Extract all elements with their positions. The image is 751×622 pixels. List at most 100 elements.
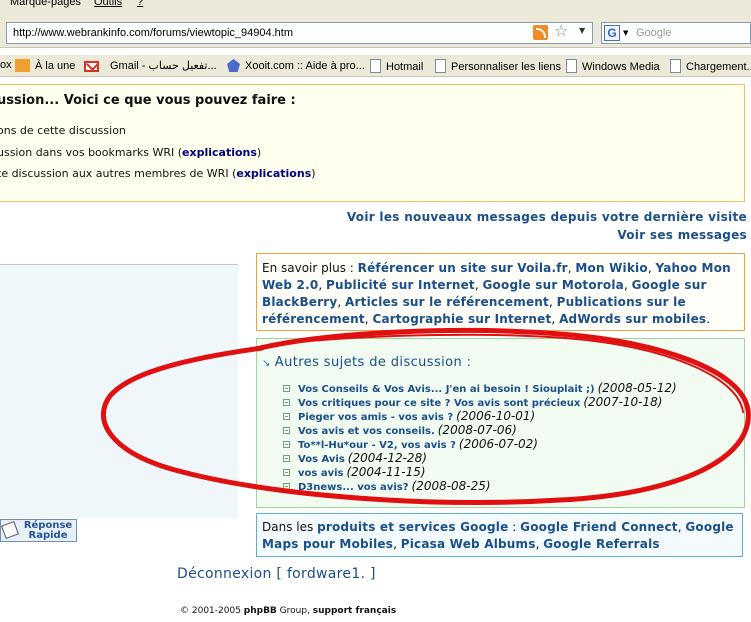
topic-date: (2008-07-06) (437, 423, 517, 437)
page-icon (435, 59, 446, 73)
related-topics-box: ↘ Autres sujets de discussion : Vos Conse… (256, 338, 745, 508)
action-text-end: ) (256, 146, 262, 159)
footer-group: Group, (276, 606, 313, 616)
address-bar[interactable]: http://www.webrankinfo.com/forums/viewto… (6, 22, 593, 44)
menu-tools-label: Outils (94, 0, 123, 8)
bookmarks-toolbar: ox À la une Gmail - تفعيل حساب... Xooit.… (0, 55, 751, 77)
google-product-link[interactable]: Google Referrals (543, 537, 660, 551)
bookmark-item[interactable]: Windows Media (566, 59, 660, 73)
engine-dropdown-icon[interactable]: ▼ (623, 29, 628, 37)
quick-reply-button[interactable]: Réponse Rapide (0, 519, 77, 542)
bookmark-label: Hotmail (386, 61, 424, 73)
page-icon (566, 59, 577, 73)
gmail-icon (84, 61, 99, 72)
topic-item: To**l-Hu*our - V2, vos avis ? (2006-07-02… (283, 437, 538, 451)
bookmark-label: Personnaliser les liens (451, 61, 562, 73)
learn-more-link[interactable]: Publicité sur Internet (326, 278, 475, 292)
bookmark-item[interactable]: Hotmail (370, 59, 423, 73)
plus-bullet-icon (283, 427, 290, 434)
topic-date: (2004-11-15) (346, 465, 426, 479)
plus-bullet-icon (283, 483, 290, 490)
logout-link[interactable]: Déconnexion [ fordware1. ] (177, 566, 376, 582)
topic-link[interactable]: Vos critiques pour ce site ? Vos avis so… (298, 398, 580, 409)
support-link[interactable]: support français (313, 606, 396, 616)
bookmark-item[interactable]: Gmail - تفعيل حساب... (84, 59, 217, 72)
learn-more-link[interactable]: Mon Wikio (575, 261, 647, 275)
topic-link[interactable]: Vos Avis (298, 454, 345, 465)
topic-link[interactable]: Vos Conseils & Vos Avis... J'en ai besoi… (298, 384, 595, 395)
learn-more-box: En savoir plus : Référencer un site sur … (256, 253, 745, 331)
xooit-icon (227, 59, 240, 72)
topic-link[interactable]: D3news... vos avis? (298, 482, 409, 493)
topic-item: Vos critiques pour ce site ? Vos avis so… (283, 395, 662, 409)
bookmark-label: Windows Media (582, 61, 660, 73)
action-text: ussion dans vos bookmarks WRI ( (0, 146, 183, 159)
topic-date: (2006-07-02) (458, 437, 538, 451)
menu-bookmarks[interactable]: Marque-pages (10, 0, 81, 8)
bookmark-label: À la une (35, 60, 76, 72)
explications-link[interactable]: explications (236, 167, 311, 180)
plus-bullet-icon (283, 399, 290, 406)
topic-date: (2008-05-12) (597, 381, 677, 395)
learn-more-link[interactable]: AdWords sur mobiles (559, 312, 706, 326)
related-topics-title: ↘ Autres sujets de discussion : (262, 355, 472, 370)
menu-help-label: ? (137, 0, 144, 8)
page-icon (370, 59, 381, 73)
address-dropdown-icon[interactable]: ▼ (579, 26, 585, 35)
learn-more-link[interactable]: Articles sur le référencement (345, 295, 549, 309)
learn-more-link[interactable]: Cartographie sur Internet (372, 312, 551, 326)
phpbb-link[interactable]: phpBB (244, 606, 277, 616)
topic-link[interactable]: vos avis (298, 468, 343, 479)
google-product-link[interactable]: Picasa Web Albums (401, 537, 536, 551)
new-messages-link[interactable]: Voir les nouveaux messages depuis votre … (347, 210, 747, 224)
search-input[interactable]: Google (636, 27, 671, 39)
topic-item: Vos avis et vos conseils. (2008-07-06) (283, 423, 517, 437)
action-line: te discussion aux autres membres de WRI … (0, 167, 316, 180)
actions-title: ussion... Voici ce que vous pouvez faire… (0, 93, 296, 108)
plus-bullet-icon (283, 385, 290, 392)
rss-icon (15, 59, 30, 72)
topic-link[interactable]: Pieger vos amis - vos avis ? (298, 412, 453, 423)
google-box-prefix: Dans les (262, 520, 318, 534)
bookmark-item[interactable]: ox (0, 59, 12, 71)
topic-link[interactable]: To**l-Hu*our - V2, vos avis ? (298, 440, 456, 451)
bookmark-item[interactable]: Chargement... (670, 59, 751, 73)
quick-reply-label: Réponse Rapide (23, 520, 73, 541)
plus-bullet-icon (283, 413, 290, 420)
footer: © 2001-2005 phpBB Group, support françai… (180, 606, 396, 616)
bookmark-item[interactable]: Xooit.com :: Aide à pro... (227, 59, 365, 72)
rss-feed-icon[interactable] (533, 25, 548, 40)
topic-date: (2004-12-28) (347, 451, 427, 465)
google-category-link[interactable]: produits et services Google (317, 520, 508, 534)
topic-item: Pieger vos amis - vos avis ? (2006-10-01) (283, 409, 535, 423)
bookmark-label: ox (0, 59, 12, 71)
bookmark-item[interactable]: Personnaliser les liens (435, 59, 561, 73)
learn-more-prefix: En savoir plus : (262, 261, 358, 275)
menu-tools[interactable]: Outils (94, 0, 122, 8)
navigation-bar: http://www.webrankinfo.com/forums/viewto… (0, 18, 751, 48)
google-engine-icon[interactable]: G (604, 25, 620, 41)
search-box[interactable]: G ▼ Google (601, 22, 751, 44)
my-messages-link[interactable]: Voir ses messages (617, 228, 747, 242)
bookmark-label: Xooit.com :: Aide à pro... (245, 60, 365, 72)
topic-item: vos avis (2004-11-15) (283, 465, 426, 479)
learn-more-link[interactable]: Google sur Motorola (483, 278, 624, 292)
footer-copyright: © 2001-2005 (180, 606, 244, 616)
explications-link[interactable]: explications (182, 146, 257, 159)
bookmark-item[interactable]: À la une (15, 59, 75, 72)
bookmark-label: Chargement... (686, 61, 751, 73)
menu-help[interactable]: ? (137, 0, 143, 8)
action-text-end: ) (311, 167, 316, 180)
plus-bullet-icon (283, 469, 290, 476)
google-products-box: Dans les produits et services Google : G… (256, 513, 743, 557)
google-product-link[interactable]: Google Friend Connect (520, 520, 678, 534)
plus-bullet-icon (283, 455, 290, 462)
action-text: ons de cette discussion (0, 124, 126, 137)
topic-link[interactable]: Vos avis et vos conseils. (298, 426, 435, 437)
bookmark-star-icon[interactable]: ☆ (554, 21, 568, 40)
arrow-icon: ↘ (262, 358, 271, 369)
learn-more-link[interactable]: Référencer un site sur Voila.fr (358, 261, 568, 275)
action-line: ons de cette discussion (0, 124, 126, 137)
topic-date: (2006-10-01) (456, 409, 536, 423)
bookmark-label: Gmail - تفعيل حساب... (110, 60, 217, 72)
